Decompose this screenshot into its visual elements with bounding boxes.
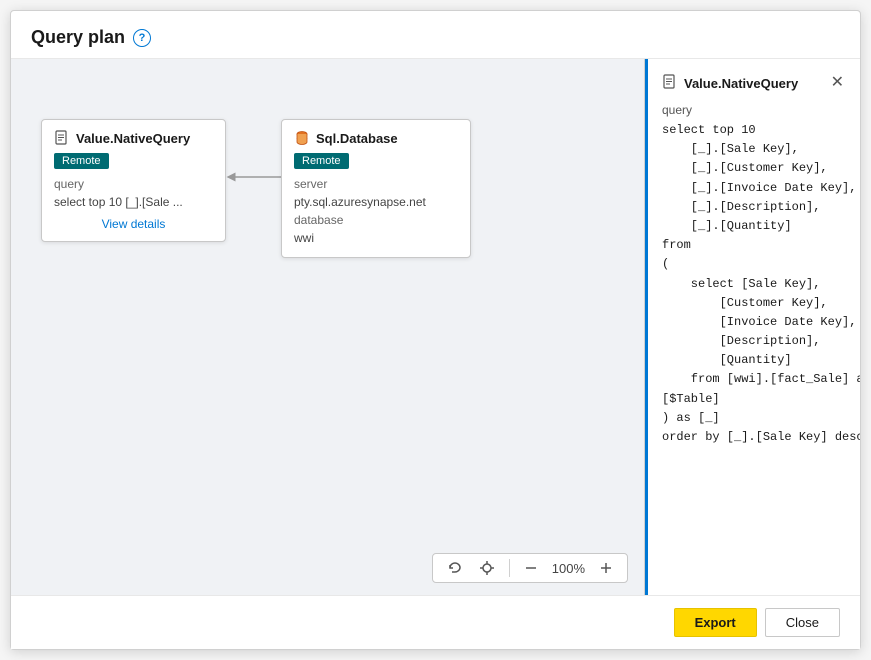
detail-panel-icon xyxy=(662,74,678,93)
detail-panel-close-button[interactable]: ✕ xyxy=(829,73,846,93)
dialog-header: Query plan ? xyxy=(11,11,860,59)
fit-view-button[interactable] xyxy=(473,558,501,578)
query-plan-dialog: Query plan ? xyxy=(10,10,861,650)
native-query-node-header: Value.NativeQuery xyxy=(54,130,213,146)
native-query-badge: Remote xyxy=(54,153,109,169)
dialog-title: Query plan xyxy=(31,27,125,48)
help-icon[interactable]: ? xyxy=(133,29,151,47)
native-query-node: Value.NativeQuery Remote query select to… xyxy=(41,119,226,242)
view-details-link[interactable]: View details xyxy=(54,217,213,231)
native-query-prop-value: select top 10 [_].[Sale ... xyxy=(54,193,213,211)
native-query-icon xyxy=(54,130,70,146)
detail-code: select top 10 [_].[Sale Key], [_].[Custo… xyxy=(662,121,846,447)
zoom-in-button[interactable] xyxy=(593,559,619,577)
sql-database-badge: Remote xyxy=(294,153,349,169)
sql-database-title: Sql.Database xyxy=(316,131,398,146)
sql-database-node: Sql.Database Remote server pty.sql.azure… xyxy=(281,119,471,258)
toolbar-separator xyxy=(509,559,510,577)
sql-database-server-label: server xyxy=(294,175,458,193)
canvas-toolbar: 100% xyxy=(432,553,628,583)
native-query-prop-query: query xyxy=(54,175,213,193)
dialog-footer: Export Close xyxy=(11,595,860,649)
export-button[interactable]: Export xyxy=(674,608,757,637)
sql-database-server-value: pty.sql.azuresynapse.net xyxy=(294,193,458,211)
sql-database-node-header: Sql.Database xyxy=(294,130,458,146)
close-button[interactable]: Close xyxy=(765,608,840,637)
sql-database-db-label: database xyxy=(294,211,458,229)
native-query-title: Value.NativeQuery xyxy=(76,131,190,146)
sql-database-icon xyxy=(294,130,310,146)
canvas-area[interactable]: Value.NativeQuery Remote query select to… xyxy=(11,59,645,595)
detail-panel-title: Value.NativeQuery xyxy=(662,74,798,93)
detail-panel: Value.NativeQuery ✕ query select top 10 … xyxy=(645,59,860,595)
detail-panel-header: Value.NativeQuery ✕ xyxy=(662,73,846,93)
zoom-level: 100% xyxy=(548,561,589,576)
undo-button[interactable] xyxy=(441,558,469,578)
canvas-content: Value.NativeQuery Remote query select to… xyxy=(11,59,644,595)
connector-line xyxy=(226,167,284,169)
dialog-body: Value.NativeQuery Remote query select to… xyxy=(11,59,860,595)
zoom-out-button[interactable] xyxy=(518,559,544,577)
sql-database-db-value: wwi xyxy=(294,229,458,247)
detail-section-label: query xyxy=(662,103,846,117)
